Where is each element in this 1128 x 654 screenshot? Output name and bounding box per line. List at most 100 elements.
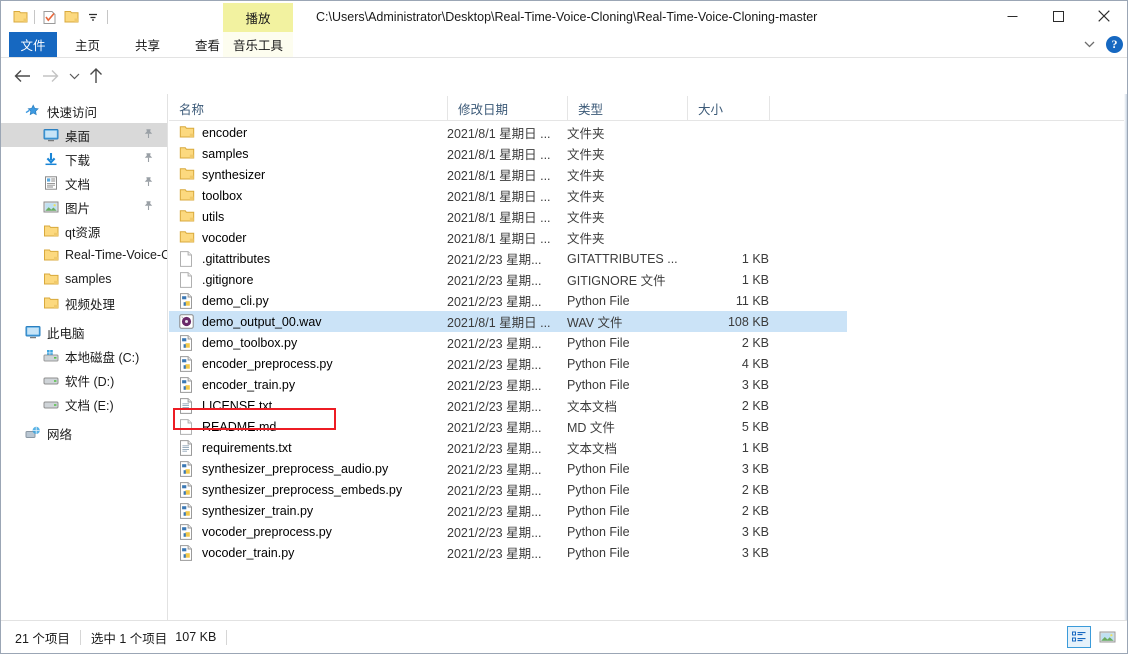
help-icon[interactable]: ? bbox=[1106, 35, 1123, 53]
file-name-cell[interactable]: vocoder_train.py bbox=[179, 544, 294, 561]
file-size-cell: 1 KB bbox=[741, 440, 769, 455]
file-name-cell[interactable]: utils bbox=[179, 209, 224, 225]
sidebar-item-desktop[interactable]: 桌面 bbox=[1, 123, 167, 147]
file-name-cell[interactable]: samples bbox=[179, 146, 249, 162]
table-row[interactable]: synthesizer_preprocess_embeds.py 2021/2/2… bbox=[169, 479, 847, 500]
file-name-cell[interactable]: .gitattributes bbox=[179, 250, 270, 267]
pin-icon[interactable] bbox=[143, 152, 155, 164]
table-row[interactable]: utils 2021/8/1 星期日 ... 文件夹 bbox=[169, 206, 847, 227]
file-name-label: vocoder bbox=[202, 230, 247, 245]
details-view-button[interactable] bbox=[1067, 626, 1091, 648]
table-row[interactable]: synthesizer_preprocess_audio.py 2021/2/23… bbox=[169, 458, 847, 479]
file-name-cell[interactable]: requirements.txt bbox=[179, 439, 292, 456]
table-row[interactable]: .gitattributes 2021/2/23 星期... GITATTRIBUT… bbox=[169, 248, 847, 269]
file-name-cell[interactable]: demo_toolbox.py bbox=[179, 334, 297, 351]
maximize-button[interactable] bbox=[1035, 1, 1081, 31]
sidebar-group-this-pc[interactable]: 此电脑 bbox=[1, 320, 167, 344]
sidebar-group-quick-access[interactable]: 快速访问 bbox=[1, 99, 167, 123]
file-type-cell: 文件夹 bbox=[567, 190, 605, 204]
back-button[interactable] bbox=[11, 65, 33, 87]
new-folder-icon[interactable] bbox=[60, 6, 82, 28]
table-row[interactable]: vocoder 2021/8/1 星期日 ... 文件夹 bbox=[169, 227, 847, 248]
tab-music-tools[interactable]: 音乐工具 bbox=[223, 32, 293, 57]
file-name-cell[interactable]: vocoder_preprocess.py bbox=[179, 523, 332, 540]
column-header-size[interactable]: 大小 bbox=[687, 96, 769, 121]
column-header-spacer bbox=[769, 96, 770, 121]
file-name-cell[interactable]: encoder bbox=[179, 125, 247, 141]
sidebar-item-downloads[interactable]: 下载 bbox=[1, 147, 167, 171]
table-row[interactable]: encoder_preprocess.py 2021/2/23 星期... Pyth… bbox=[169, 353, 847, 374]
tab-file[interactable]: 文件 bbox=[9, 32, 57, 57]
sidebar-item-real-time-voice-cloning[interactable]: Real-Time-Voice-C bbox=[1, 243, 167, 267]
file-name-cell[interactable]: vocoder bbox=[179, 230, 246, 246]
file-name-cell[interactable]: toolbox bbox=[179, 188, 242, 204]
file-type-cell: WAV 文件 bbox=[567, 316, 623, 330]
table-row[interactable]: README.md 2021/2/23 星期... MD 文件 5 KB bbox=[169, 416, 847, 437]
pin-icon[interactable] bbox=[143, 176, 155, 188]
column-header-name[interactable]: 名称 bbox=[169, 96, 447, 121]
file-name-label: encoder_train.py bbox=[202, 377, 296, 392]
table-row[interactable]: .gitignore 2021/2/23 星期... GITIGNORE 文件 1 K… bbox=[169, 269, 847, 290]
sidebar-item-pictures[interactable]: 图片 bbox=[1, 195, 167, 219]
navigation-pane[interactable]: 快速访问 桌面 下载 文档 图片 qt资源 Real-Time-Voice-C … bbox=[1, 94, 168, 621]
sidebar-item-drive-d[interactable]: 软件 (D:) bbox=[1, 368, 167, 392]
sidebar-group-network[interactable]: 网络 bbox=[1, 421, 167, 445]
table-row[interactable]: samples 2021/8/1 星期日 ... 文件夹 bbox=[169, 143, 847, 164]
recent-locations-button[interactable] bbox=[63, 65, 85, 87]
tab-home[interactable]: 主页 bbox=[65, 32, 110, 57]
table-row[interactable]: vocoder_preprocess.py 2021/2/23 星期... Pyth… bbox=[169, 521, 847, 542]
minimize-button[interactable] bbox=[989, 1, 1035, 31]
python-file-icon bbox=[179, 376, 195, 393]
file-name-cell[interactable]: synthesizer_preprocess_audio.py bbox=[179, 460, 388, 477]
chevron-down-icon[interactable] bbox=[1078, 33, 1100, 55]
tab-share[interactable]: 共享 bbox=[125, 32, 170, 57]
window-controls bbox=[989, 1, 1127, 31]
close-button[interactable] bbox=[1081, 1, 1127, 31]
file-name-cell[interactable]: demo_cli.py bbox=[179, 292, 269, 309]
file-name-cell[interactable]: synthesizer_preprocess_embeds.py bbox=[179, 481, 402, 498]
file-name-cell[interactable]: demo_output_00.wav bbox=[179, 313, 322, 330]
table-row[interactable]: demo_cli.py 2021/2/23 星期... Python File 11 … bbox=[169, 290, 847, 311]
table-row[interactable]: demo_output_00.wav 2021/8/1 星期日 ... WAV 文件… bbox=[169, 311, 847, 332]
sidebar-item-drive-e[interactable]: 文档 (E:) bbox=[1, 392, 167, 416]
sidebar-item-samples[interactable]: samples bbox=[1, 267, 167, 291]
file-name-cell[interactable]: .gitignore bbox=[179, 271, 253, 288]
file-name-cell[interactable]: LICENSE.txt bbox=[179, 397, 272, 414]
customize-dropdown-icon[interactable] bbox=[82, 6, 104, 28]
up-button[interactable] bbox=[85, 65, 107, 87]
sidebar-item-video-processing[interactable]: 视频处理 bbox=[1, 291, 167, 315]
table-row[interactable]: demo_toolbox.py 2021/2/23 星期... Python Fil… bbox=[169, 332, 847, 353]
python-file-icon bbox=[179, 523, 195, 540]
large-icons-view-button[interactable] bbox=[1095, 626, 1119, 648]
sidebar-item-qt-resources[interactable]: qt资源 bbox=[1, 219, 167, 243]
forward-button[interactable] bbox=[39, 65, 61, 87]
file-list-pane[interactable]: 名称 修改日期 类型 大小 encoder 2021/8/1 星期日 ... 文件夹… bbox=[169, 94, 1127, 621]
file-name-cell[interactable]: synthesizer_train.py bbox=[179, 502, 313, 519]
table-row[interactable]: encoder 2021/8/1 星期日 ... 文件夹 bbox=[169, 122, 847, 143]
file-type-cell: Python File bbox=[567, 335, 630, 350]
table-row[interactable]: LICENSE.txt 2021/2/23 星期... 文本文档 2 KB bbox=[169, 395, 847, 416]
table-row[interactable]: toolbox 2021/8/1 星期日 ... 文件夹 bbox=[169, 185, 847, 206]
pin-icon[interactable] bbox=[143, 200, 155, 212]
file-date-cell: 2021/8/1 星期日 ... bbox=[447, 316, 551, 330]
table-row[interactable]: synthesizer_train.py 2021/2/23 星期... Pytho… bbox=[169, 500, 847, 521]
sidebar-item-local-disk-c[interactable]: 本地磁盘 (C:) bbox=[1, 344, 167, 368]
sidebar-item-label: Real-Time-Voice-C bbox=[65, 248, 167, 262]
vertical-scrollbar[interactable] bbox=[1124, 94, 1127, 621]
column-header-date-modified[interactable]: 修改日期 bbox=[447, 96, 567, 121]
table-row[interactable]: synthesizer 2021/8/1 星期日 ... 文件夹 bbox=[169, 164, 847, 185]
column-header-type[interactable]: 类型 bbox=[567, 96, 687, 121]
file-name-cell[interactable]: README.md bbox=[179, 418, 276, 435]
folder-icon[interactable] bbox=[9, 6, 31, 28]
file-name-cell[interactable]: encoder_preprocess.py bbox=[179, 355, 333, 372]
text-file-icon bbox=[179, 397, 195, 414]
table-row[interactable]: vocoder_train.py 2021/2/23 星期... Python Fi… bbox=[169, 542, 847, 563]
sidebar-item-label: 文档 (E:) bbox=[65, 398, 114, 413]
pin-icon[interactable] bbox=[143, 128, 155, 140]
table-row[interactable]: requirements.txt 2021/2/23 星期... 文本文档 1 KB bbox=[169, 437, 847, 458]
properties-icon[interactable] bbox=[38, 6, 60, 28]
sidebar-item-documents[interactable]: 文档 bbox=[1, 171, 167, 195]
file-name-cell[interactable]: synthesizer bbox=[179, 167, 265, 183]
file-name-cell[interactable]: encoder_train.py bbox=[179, 376, 296, 393]
table-row[interactable]: encoder_train.py 2021/2/23 星期... Python Fi… bbox=[169, 374, 847, 395]
